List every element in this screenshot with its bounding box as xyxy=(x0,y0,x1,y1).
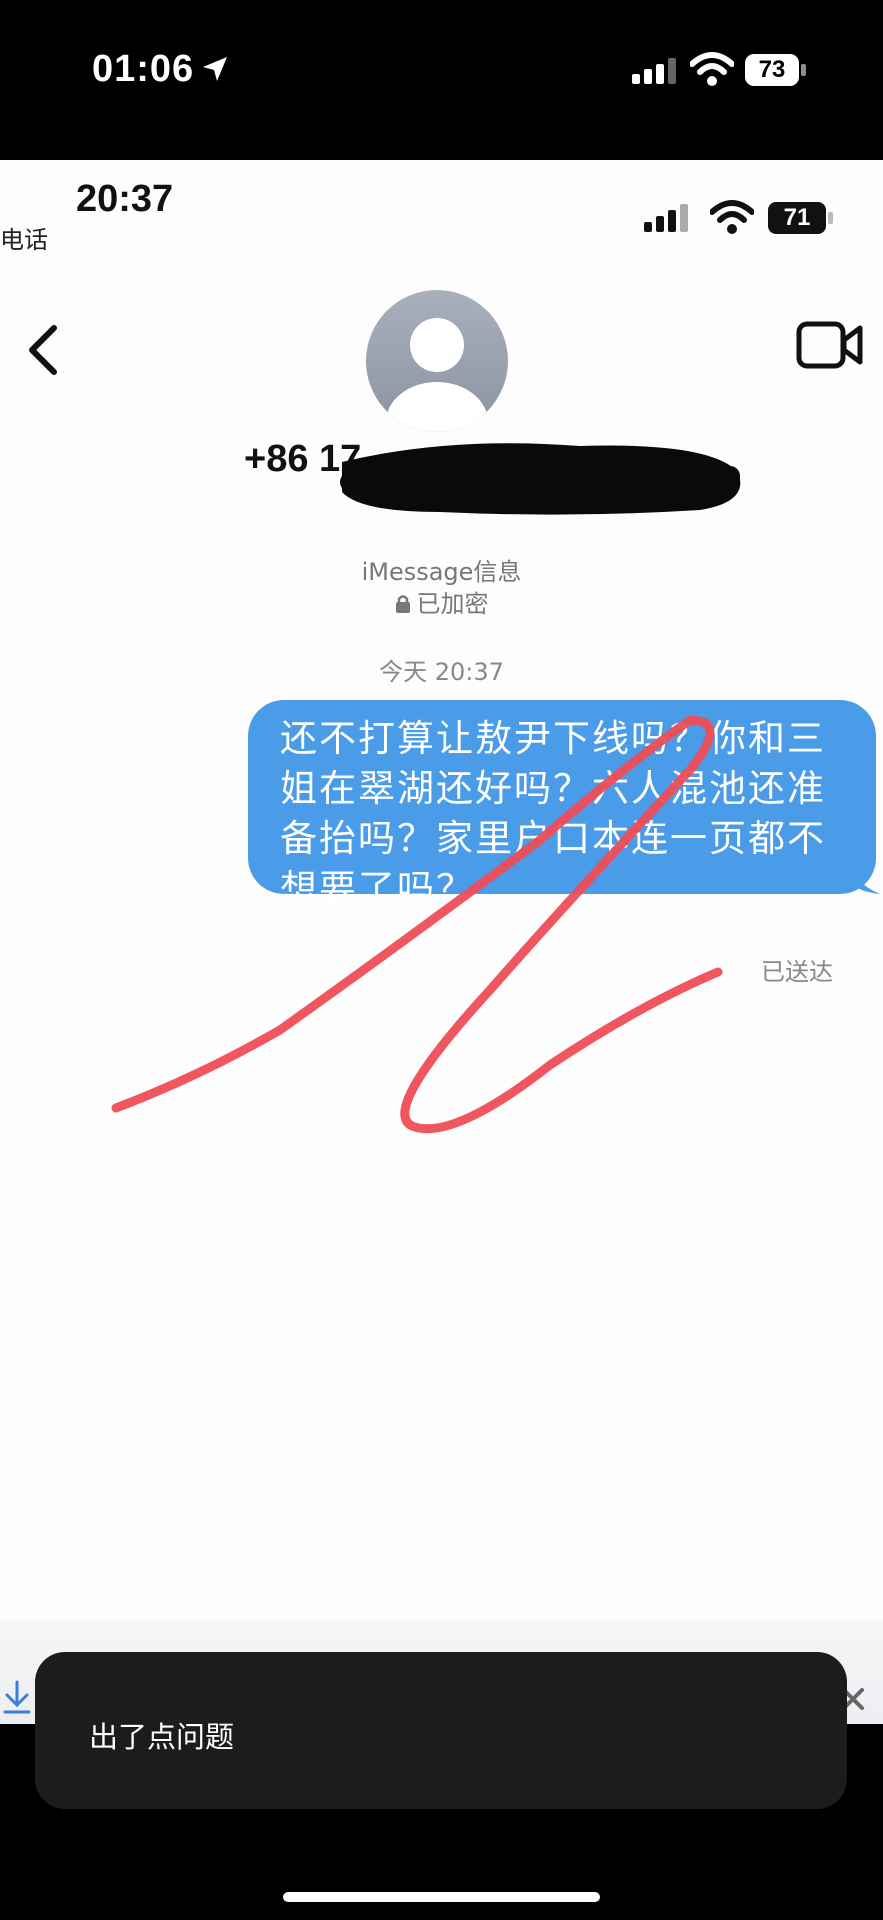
inner-cellular-signal-icon xyxy=(644,204,688,232)
video-call-icon xyxy=(796,321,863,369)
status-time: 01:06 xyxy=(92,48,195,90)
contact-avatar xyxy=(366,290,508,432)
service-label: iMessage信息 xyxy=(361,558,522,586)
home-indicator[interactable] xyxy=(283,1892,600,1902)
wifi-icon xyxy=(690,52,734,86)
cellular-signal-icon xyxy=(632,58,676,84)
encrypted-label: 已加密 xyxy=(0,584,883,619)
inner-status-time: 20:37 xyxy=(76,178,174,220)
battery-indicator: 73 xyxy=(745,54,799,86)
inner-battery-tip xyxy=(828,212,833,224)
red-annotation-stroke xyxy=(111,715,723,1134)
error-toast[interactable]: 出了点问题 xyxy=(35,1652,847,1809)
inner-battery-indicator: 71 xyxy=(768,202,826,234)
location-arrow-icon xyxy=(203,57,227,81)
message-screenshot: 20:37 电话 71 +86 17 iMessage信息 已加密 今天 20:… xyxy=(0,160,883,1724)
inner-wifi-icon xyxy=(710,200,754,234)
inner-carrier-label: 电话 xyxy=(0,226,48,254)
lock-icon xyxy=(395,595,410,613)
encrypted-text: 已加密 xyxy=(416,590,489,618)
redaction-scribble xyxy=(340,443,741,515)
status-bar: 01:06 73 xyxy=(0,0,883,160)
download-icon xyxy=(3,1680,31,1714)
battery-tip xyxy=(801,64,806,76)
message-timestamp: 今天 20:37 xyxy=(379,658,504,686)
back-chevron-icon xyxy=(29,325,57,375)
toast-message: 出了点问题 xyxy=(89,1720,235,1754)
